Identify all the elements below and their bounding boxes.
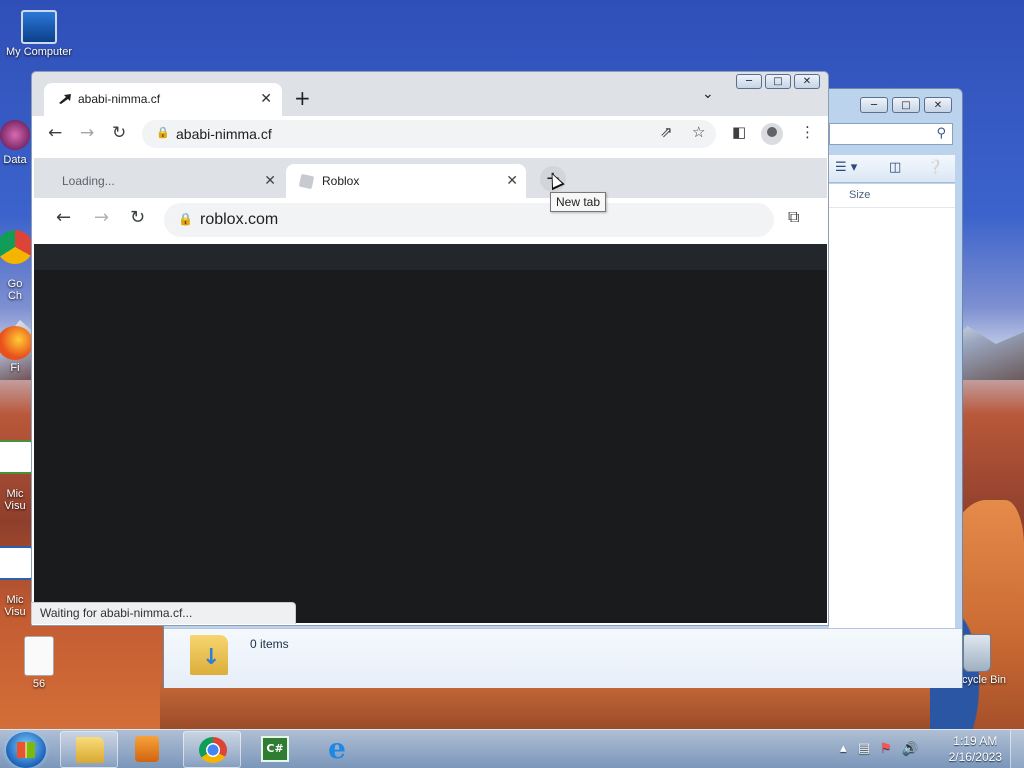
close-tab-icon[interactable]: ✕ [506, 172, 518, 189]
desktop: My Computer Data Go Ch Fi Mic Visu Mic V… [0, 0, 1024, 768]
status-bubble: Waiting for ababi-nimma.cf... [31, 602, 296, 624]
side-panel-icon[interactable]: ◧ [732, 123, 746, 141]
explorer-window-controls: ─ □ ✕ [860, 97, 952, 113]
reload-icon[interactable]: ↻ [112, 123, 126, 143]
item-count: 0 items [250, 637, 289, 651]
details-pane: 0 items [164, 628, 962, 688]
minimize-button[interactable]: ─ [860, 97, 888, 113]
preview-pane-icon[interactable]: ◫ [889, 160, 901, 175]
page-header-strip [34, 244, 827, 270]
start-button[interactable] [6, 732, 46, 768]
desktop-icon-my-computer[interactable]: My Computer [2, 10, 76, 58]
address-text: roblox.com [200, 211, 279, 228]
media-player-icon [135, 736, 159, 762]
search-input[interactable]: ⚲ [829, 123, 953, 145]
address-bar[interactable]: 🔒 ababi-nimma.cf [142, 120, 716, 148]
downloads-folder-icon [190, 635, 228, 675]
roblox-favicon-icon [298, 173, 315, 190]
profile-avatar-icon[interactable] [761, 123, 783, 145]
explorer-toolbar: ☰ ▾ ◫ ❔ [829, 155, 955, 183]
desktop-icon-label: Fi [10, 362, 20, 374]
visual-studio-icon [0, 440, 33, 474]
tab-title: Loading... [62, 174, 115, 188]
new-tab-tooltip: New tab [550, 192, 607, 212]
taskbar-explorer[interactable] [60, 731, 118, 768]
chrome-icon [199, 737, 227, 763]
help-icon[interactable]: ❔ [927, 160, 943, 175]
taskbar-chrome[interactable] [183, 731, 241, 768]
computer-icon [21, 10, 57, 44]
lock-icon: 🔒 [178, 212, 193, 226]
address-bar[interactable]: 🔒 roblox.com [164, 203, 774, 237]
visual-studio-icon [0, 546, 33, 580]
back-icon[interactable]: ← [56, 207, 71, 228]
taskbar-media-player[interactable] [120, 731, 178, 768]
volume-icon[interactable]: 🔊 [902, 741, 918, 756]
close-tab-icon[interactable]: ✕ [260, 90, 272, 107]
toolbar: ← → ↻ 🔒 ababi-nimma.cf ⇗ ☆ ◧ ⋮ [32, 116, 828, 154]
desktop-icon-file-56[interactable]: 56 [2, 636, 76, 690]
taskbar-csharp[interactable]: C# [246, 731, 304, 768]
show-hidden-icons-icon[interactable]: ▴ [840, 741, 847, 756]
file-list: Size [829, 184, 955, 628]
desktop-icon-label: Mic Visu [4, 594, 26, 618]
tab-search-chevron-icon[interactable]: ⌄ [702, 86, 714, 102]
desktop-icon-label: Go Ch [7, 278, 23, 302]
new-tab-button[interactable]: + [294, 86, 311, 110]
clock-time: 1:19 AM [953, 734, 998, 748]
recycle-bin-icon [963, 634, 991, 672]
roblox-page [34, 244, 827, 623]
action-center-flag-icon[interactable]: ⚑ [880, 741, 892, 756]
maximize-button[interactable]: □ [892, 97, 920, 113]
bookmark-star-icon[interactable]: ☆ [692, 123, 705, 141]
forward-icon[interactable]: → [80, 123, 94, 143]
show-desktop-button[interactable] [1010, 730, 1024, 768]
desktop-icon-label: 56 [32, 678, 46, 690]
chrome-icon [0, 230, 33, 264]
lock-icon: 🔒 [156, 126, 170, 139]
system-tray: ▴ ▤ ⚑ 🔊 1:19 AM 2/16/2023 [834, 730, 1024, 768]
csharp-icon: C# [261, 736, 289, 762]
open-in-new-window-icon[interactable]: ⧉ [788, 207, 799, 227]
page-content: Loading... ✕ Roblox ✕ + ← → ↻ 🔒 roblox.c… [32, 154, 828, 625]
chrome-window: ─ □ ✕ ababi-nimma.cf ✕ + ⌄ ← → ↻ 🔒 ababi… [31, 71, 829, 626]
share-icon[interactable]: ⇗ [660, 123, 673, 141]
tab-strip: ababi-nimma.cf ✕ + ⌄ [32, 72, 828, 116]
address-text: ababi-nimma.cf [176, 126, 272, 142]
reload-icon[interactable]: ↻ [130, 207, 145, 228]
folder-icon [76, 737, 104, 763]
firefox-icon [0, 326, 33, 360]
forward-icon[interactable]: → [94, 207, 109, 228]
popup-toolbar: ← → ↻ 🔒 roblox.com ⧉ [34, 198, 827, 244]
internet-explorer-icon: e [328, 732, 346, 765]
back-icon[interactable]: ← [48, 123, 62, 143]
close-button[interactable]: ✕ [924, 97, 952, 113]
taskbar-internet-explorer[interactable]: e [308, 731, 366, 768]
view-options-icon[interactable]: ☰ ▾ [835, 160, 857, 175]
desktop-icon-label: Data [3, 154, 27, 166]
text-file-icon [24, 636, 54, 676]
tab-title: Roblox [322, 174, 360, 188]
tab-title: ababi-nimma.cf [78, 92, 161, 106]
popup-window: Loading... ✕ Roblox ✕ + ← → ↻ 🔒 roblox.c… [34, 158, 827, 623]
clock[interactable]: 1:19 AM 2/16/2023 [949, 733, 1002, 765]
column-header-size[interactable]: Size [829, 184, 955, 208]
tab-roblox[interactable]: Roblox ✕ [286, 164, 526, 198]
close-tab-icon[interactable]: ✕ [264, 172, 276, 189]
desktop-icon-label: My Computer [5, 46, 73, 58]
clock-date: 2/16/2023 [948, 750, 1002, 764]
tab-ababi-nimma[interactable]: ababi-nimma.cf ✕ [44, 83, 282, 116]
menu-kebab-icon[interactable]: ⋮ [800, 123, 815, 141]
desktop-icon-label: Mic Visu [4, 488, 26, 512]
site-favicon-icon [59, 94, 71, 104]
atom-icon [0, 118, 33, 152]
popup-tab-strip: Loading... ✕ Roblox ✕ + [34, 158, 827, 198]
tab-loading[interactable]: Loading... ✕ [34, 164, 284, 198]
search-icon: ⚲ [936, 126, 946, 141]
taskbar: C# e ▴ ▤ ⚑ 🔊 1:19 AM 2/16/2023 [0, 729, 1024, 768]
network-icon[interactable]: ▤ [858, 741, 870, 756]
